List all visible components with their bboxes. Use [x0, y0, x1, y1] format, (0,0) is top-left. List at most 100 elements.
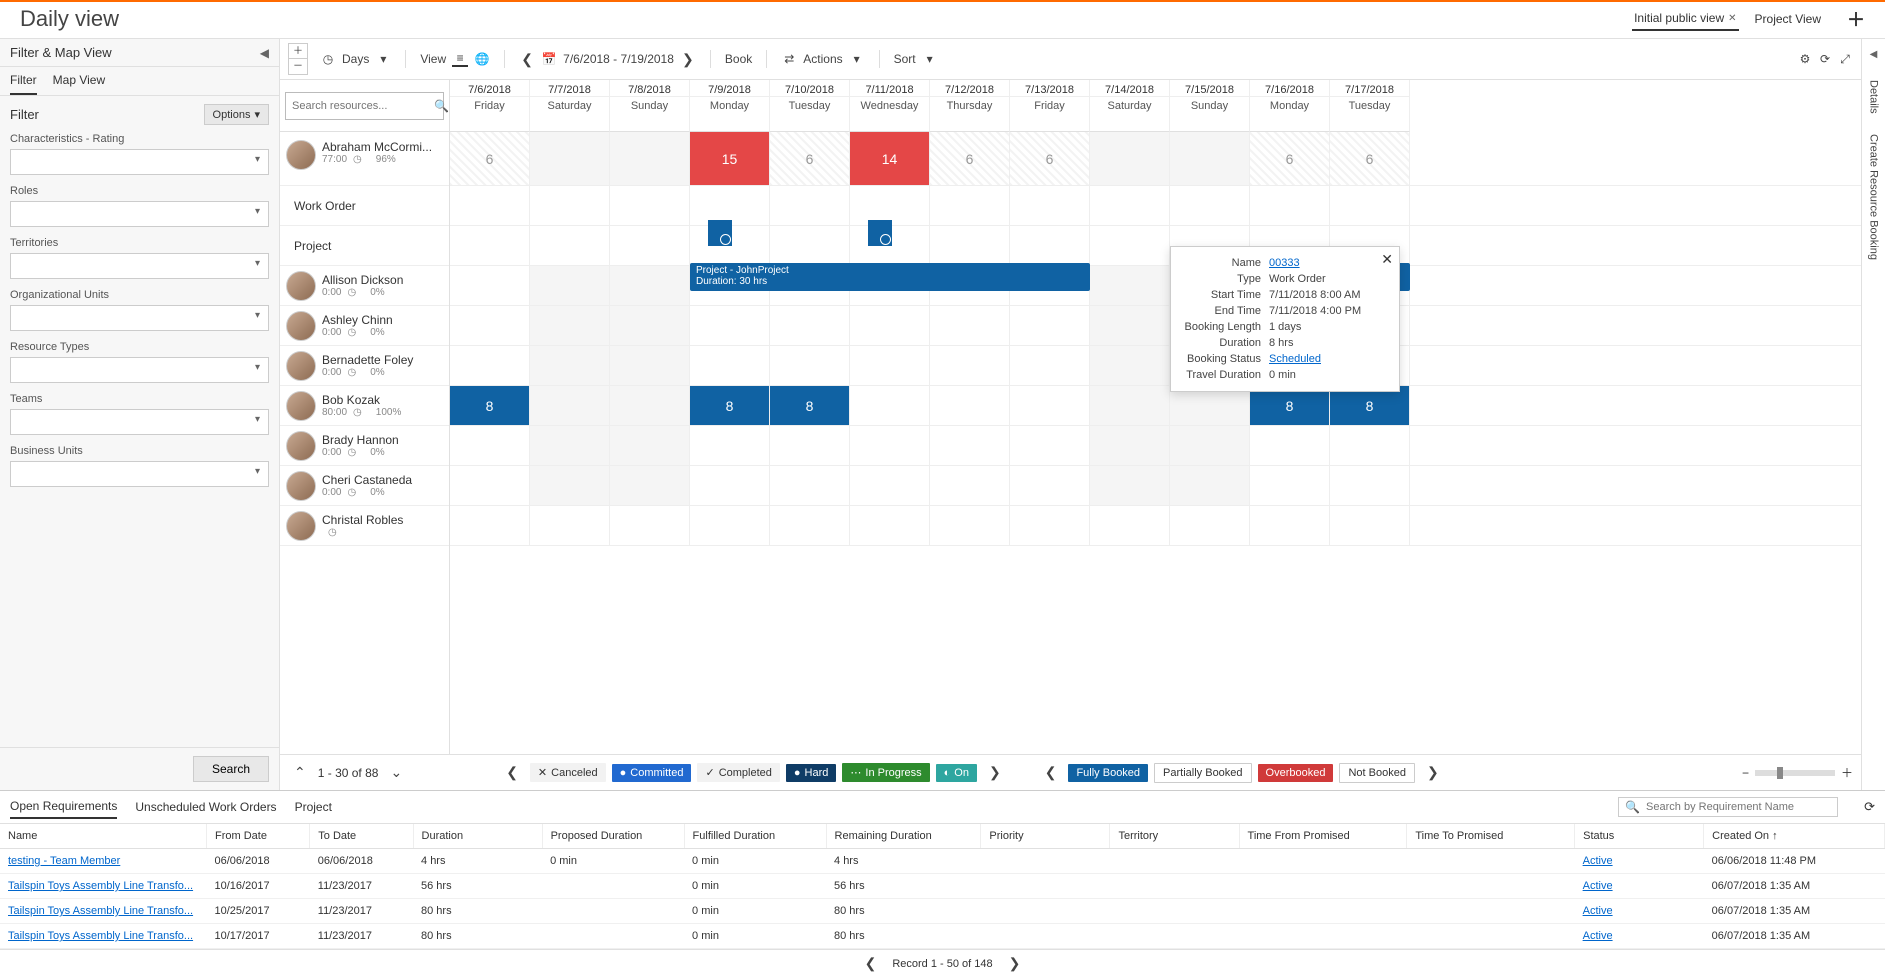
day-header[interactable]: 7/11/2018Wednesday: [850, 80, 930, 132]
schedule-cell[interactable]: [530, 426, 610, 465]
chevron-left-icon[interactable]: ◀: [260, 46, 269, 60]
schedule-cell[interactable]: [930, 426, 1010, 465]
schedule-cell[interactable]: [770, 346, 850, 385]
schedule-cell[interactable]: [610, 266, 690, 305]
schedule-cell[interactable]: [530, 386, 610, 425]
create-resource-booking-tab[interactable]: Create Resource Booking: [1868, 134, 1880, 260]
table-row[interactable]: Tailspin Toys Assembly Line Transfo... 1…: [0, 924, 1885, 949]
resource-search-input[interactable]: [292, 100, 434, 112]
schedule-cell[interactable]: [1330, 506, 1410, 545]
requirement-link[interactable]: Tailspin Toys Assembly Line Transfo...: [8, 905, 193, 917]
status-partially-booked[interactable]: Partially Booked: [1154, 763, 1252, 783]
column-header[interactable]: From Date: [207, 824, 310, 849]
schedule-cell[interactable]: [930, 506, 1010, 545]
close-icon[interactable]: ✕: [1728, 13, 1736, 24]
chevron-left-icon[interactable]: ❮: [859, 955, 883, 972]
column-header[interactable]: Duration: [413, 824, 542, 849]
filter-select[interactable]: [10, 149, 269, 175]
schedule-cell[interactable]: 8: [450, 386, 530, 425]
schedule-cell[interactable]: [930, 306, 1010, 345]
schedule-cell[interactable]: [1010, 306, 1090, 345]
schedule-cell[interactable]: [1010, 226, 1090, 265]
tab-unscheduled-work-orders[interactable]: Unscheduled Work Orders: [135, 796, 276, 818]
status-link[interactable]: Active: [1583, 880, 1613, 892]
chevron-left-icon[interactable]: ❮: [1039, 764, 1063, 781]
schedule-cell[interactable]: [1170, 186, 1250, 225]
schedule-cell[interactable]: [850, 386, 930, 425]
schedule-cell[interactable]: [530, 226, 610, 265]
schedule-cell[interactable]: [770, 186, 850, 225]
filter-select[interactable]: [10, 201, 269, 227]
schedule-cell[interactable]: [1250, 426, 1330, 465]
requirement-search-input[interactable]: [1646, 801, 1831, 813]
zoom-out-button[interactable]: −: [1742, 766, 1749, 780]
schedule-cell[interactable]: [850, 506, 930, 545]
schedule-cell[interactable]: [610, 186, 690, 225]
close-icon[interactable]: ✕: [1381, 251, 1393, 268]
calendar-icon[interactable]: 📅: [541, 51, 557, 67]
chevron-down-icon[interactable]: ▾: [375, 51, 391, 67]
schedule-cell[interactable]: [770, 466, 850, 505]
schedule-cell[interactable]: [610, 346, 690, 385]
schedule-cell[interactable]: [770, 426, 850, 465]
sort-button[interactable]: Sort: [894, 52, 916, 66]
chevron-left-icon[interactable]: ◀: [1870, 49, 1878, 60]
schedule-cell[interactable]: [450, 506, 530, 545]
day-header[interactable]: 7/7/2018Saturday: [530, 80, 610, 132]
schedule-cell[interactable]: [450, 466, 530, 505]
sidebar-tab-filter[interactable]: Filter: [10, 73, 37, 95]
search-icon[interactable]: 🔍: [434, 99, 449, 113]
column-header[interactable]: Time From Promised: [1239, 824, 1407, 849]
table-row[interactable]: Tailspin Toys Assembly Line Transfo... 1…: [0, 874, 1885, 899]
day-header[interactable]: 7/16/2018Monday: [1250, 80, 1330, 132]
schedule-cell[interactable]: [1010, 466, 1090, 505]
schedule-cell[interactable]: [930, 186, 1010, 225]
schedule-grid[interactable]: 7/6/2018Friday7/7/2018Saturday7/8/2018Su…: [450, 80, 1861, 754]
schedule-cell[interactable]: [450, 426, 530, 465]
schedule-cell[interactable]: [770, 506, 850, 545]
schedule-cell[interactable]: 8: [690, 386, 770, 425]
resource-row[interactable]: Bob Kozak 80:00 ◷ 100%: [280, 386, 449, 426]
schedule-cell[interactable]: [450, 346, 530, 385]
add-view-button[interactable]: ＋: [1847, 6, 1865, 32]
schedule-cell[interactable]: [1250, 466, 1330, 505]
schedule-cell[interactable]: [1330, 426, 1410, 465]
zoom-slider[interactable]: [1755, 770, 1835, 776]
zoom-in-button[interactable]: ＋: [1841, 764, 1853, 781]
schedule-cell[interactable]: [1010, 386, 1090, 425]
schedule-cell[interactable]: [530, 186, 610, 225]
schedule-cell[interactable]: [450, 226, 530, 265]
schedule-cell[interactable]: [690, 506, 770, 545]
requirement-link[interactable]: Tailspin Toys Assembly Line Transfo...: [8, 880, 193, 892]
schedule-cell[interactable]: [530, 466, 610, 505]
schedule-cell[interactable]: [610, 506, 690, 545]
sidebar-tab-map[interactable]: Map View: [53, 73, 105, 95]
status-not-booked[interactable]: Not Booked: [1339, 763, 1414, 783]
work-order-block[interactable]: [708, 220, 732, 246]
status-completed[interactable]: ✓ Completed: [697, 763, 779, 782]
filter-select[interactable]: [10, 305, 269, 331]
schedule-cell[interactable]: 8: [770, 386, 850, 425]
globe-icon[interactable]: 🌐: [474, 51, 490, 67]
filter-select[interactable]: [10, 409, 269, 435]
project-booking[interactable]: Project - JohnProject Duration: 30 hrs: [690, 263, 1090, 291]
schedule-cell[interactable]: [1250, 186, 1330, 225]
column-header[interactable]: Priority: [981, 824, 1110, 849]
schedule-cell[interactable]: [850, 466, 930, 505]
chevron-down-icon[interactable]: ⌄: [384, 764, 408, 781]
schedule-cell[interactable]: [610, 132, 690, 185]
schedule-cell[interactable]: [690, 466, 770, 505]
schedule-cell[interactable]: [1090, 506, 1170, 545]
schedule-cell[interactable]: [770, 226, 850, 265]
book-button[interactable]: Book: [725, 52, 752, 66]
schedule-cell[interactable]: [690, 306, 770, 345]
column-header[interactable]: Name: [0, 824, 207, 849]
work-order-block[interactable]: [868, 220, 892, 246]
search-button[interactable]: Search: [193, 756, 269, 782]
column-header[interactable]: Status: [1575, 824, 1704, 849]
status-inprogress[interactable]: ⋯ In Progress: [842, 763, 929, 782]
column-header[interactable]: Fulfilled Duration: [684, 824, 826, 849]
schedule-cell[interactable]: [610, 226, 690, 265]
resource-row[interactable]: Allison Dickson 0:00 ◷ 0%: [280, 266, 449, 306]
chevron-right-icon[interactable]: ❯: [1003, 955, 1027, 972]
